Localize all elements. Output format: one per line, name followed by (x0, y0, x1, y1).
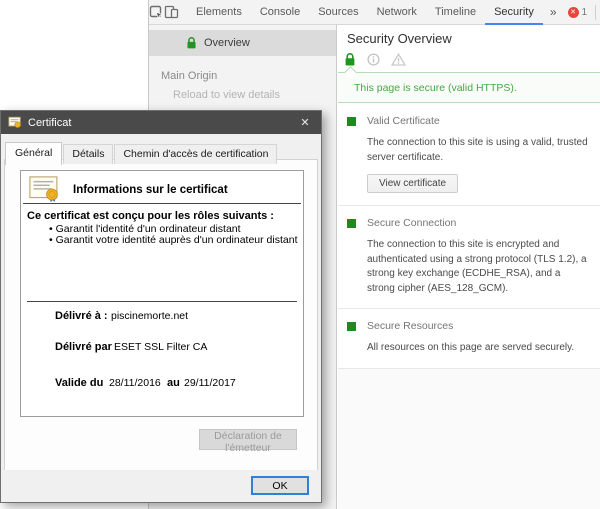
tab-details[interactable]: Détails (63, 144, 113, 164)
green-square-icon (347, 117, 356, 126)
divider (23, 203, 301, 204)
tab-network[interactable]: Network (368, 0, 426, 25)
section-description: The connection to this site is using a v… (367, 136, 590, 165)
page-title: Security Overview (347, 31, 452, 46)
section-secure-resources: Secure Resources All resources on this p… (338, 309, 600, 369)
sidebar-item-label: Overview (204, 37, 250, 49)
sidebar-item-overview[interactable]: Overview (149, 30, 336, 56)
purpose-text: Garantit votre identité auprès d'un ordi… (56, 234, 298, 246)
section-valid-certificate: Valid Certificate The connection to this… (338, 104, 600, 206)
toolbar-divider (595, 5, 596, 20)
main-origin-heading: Main Origin (161, 70, 217, 82)
valid-from-date: 28/11/2016 (109, 377, 161, 389)
tab-certification-path[interactable]: Chemin d'accès de certification (114, 144, 277, 164)
section-title: Secure Connection (367, 217, 590, 229)
certificate-info-box: Informations sur le certificat Ce certif… (20, 170, 304, 417)
general-tab-page: Informations sur le certificat Ce certif… (4, 159, 318, 471)
issued-to-value: piscinemorte.net (111, 310, 188, 322)
reload-hint: Reload to view details (173, 89, 280, 101)
issued-by-value: ESET SSL Filter CA (114, 341, 207, 353)
purpose-item: • Garantit votre identité auprès d'un or… (49, 234, 298, 246)
tab-console[interactable]: Console (251, 0, 309, 25)
validity-to-label: au (167, 377, 180, 389)
ok-button[interactable]: OK (251, 476, 309, 495)
issuer-statement-button[interactable]: Déclaration de l'émetteur (199, 429, 297, 450)
console-error-badge[interactable]: ✕ 1 (564, 7, 592, 18)
view-certificate-button[interactable]: View certificate (367, 174, 458, 193)
certificate-dialog: Certificat ✕ Général Détails Chemin d'ac… (0, 110, 322, 503)
dialog-footer: OK (1, 470, 321, 502)
divider (27, 301, 297, 302)
security-state-icons (344, 52, 417, 67)
devtools-toolbar: Elements Console Sources Network Timelin… (149, 0, 600, 25)
error-count: 1 (582, 7, 588, 18)
green-square-icon (347, 322, 356, 331)
device-toolbar-icon[interactable] (164, 0, 179, 24)
info-icon (367, 53, 380, 66)
tab-sources[interactable]: Sources (309, 0, 367, 25)
certificate-info-header: Informations sur le certificat (73, 184, 228, 196)
inspect-element-icon[interactable] (149, 0, 164, 24)
lock-icon (186, 36, 197, 50)
certificate-icon-large (29, 176, 65, 206)
section-description: All resources on this page are served se… (367, 341, 590, 356)
tab-elements[interactable]: Elements (187, 0, 251, 25)
tab-security[interactable]: Security (485, 0, 543, 25)
section-title: Valid Certificate (367, 115, 590, 127)
toolbar-right-controls: » ✕ 1 ⋮ ✕ (543, 4, 600, 20)
purpose-heading: Ce certificat est conçu pour les rôles s… (27, 210, 274, 222)
more-tabs-icon[interactable]: » (543, 5, 564, 19)
valid-to-date: 29/11/2017 (184, 377, 236, 389)
security-summary-banner: This page is secure (valid HTTPS). (338, 72, 600, 103)
security-overview-panel: Security Overview This page is secure (v… (338, 25, 600, 509)
issued-by-label: Délivré par (55, 341, 112, 353)
section-secure-connection: Secure Connection The connection to this… (338, 206, 600, 309)
validity-label: Valide du (55, 377, 103, 389)
issued-to-label: Délivré à : (55, 310, 108, 322)
dialog-close-icon[interactable]: ✕ (289, 111, 321, 134)
security-sections: Valid Certificate The connection to this… (338, 104, 600, 509)
tab-timeline[interactable]: Timeline (426, 0, 485, 25)
error-icon: ✕ (568, 7, 579, 18)
panel-empty-area (338, 369, 600, 509)
bullet-icon: • (49, 234, 56, 246)
dialog-title: Certificat (28, 117, 71, 129)
dialog-tabs: Général Détails Chemin d'accès de certif… (5, 141, 278, 164)
green-square-icon (347, 219, 356, 228)
section-description: The connection to this site is encrypted… (367, 238, 590, 296)
banner-text: This page is secure (valid HTTPS). (354, 73, 517, 103)
certificate-icon (8, 116, 22, 129)
screen: Elements Console Sources Network Timelin… (0, 0, 600, 509)
tab-general[interactable]: Général (5, 142, 62, 165)
warning-triangle-icon (391, 53, 406, 66)
dialog-titlebar: Certificat ✕ (1, 111, 321, 134)
section-title: Secure Resources (367, 320, 590, 332)
